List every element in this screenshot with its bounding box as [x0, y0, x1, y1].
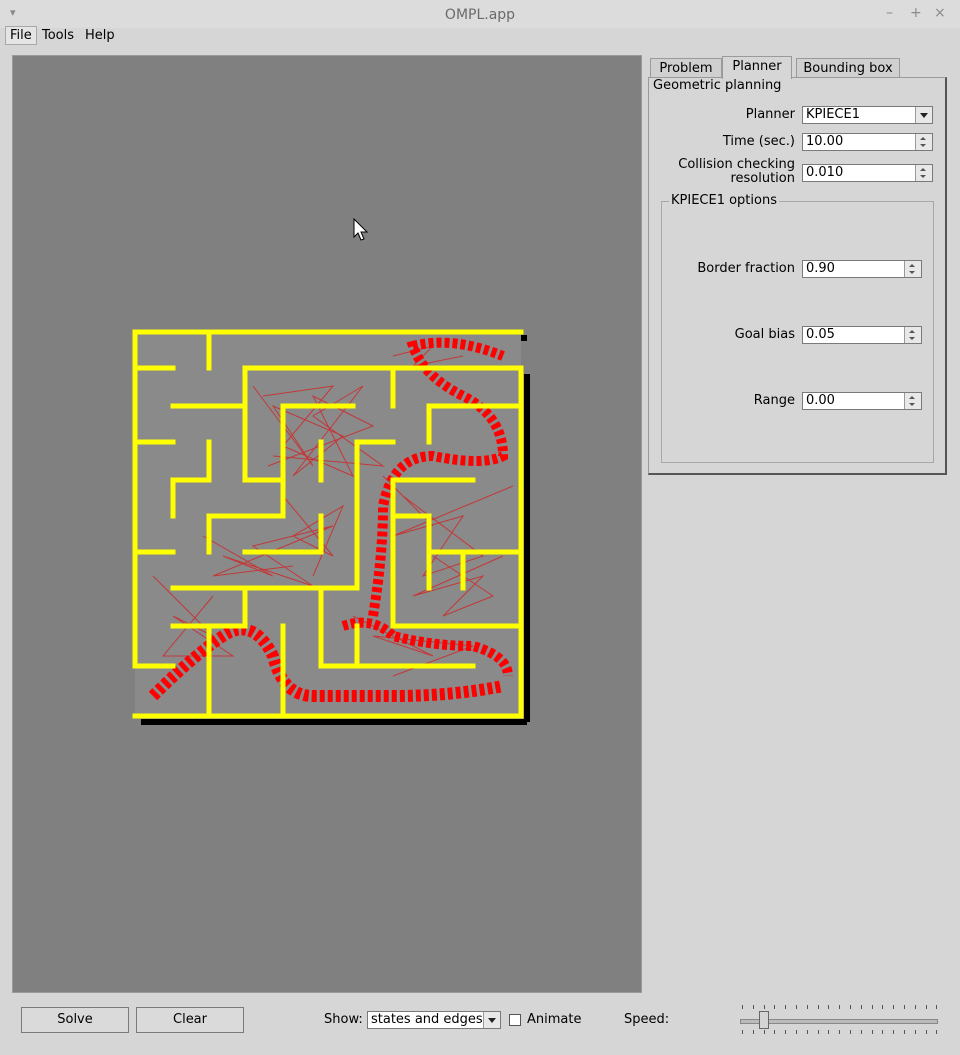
speed-slider-tick [763, 1005, 765, 1009]
speed-slider-tick [774, 1005, 776, 1009]
speed-slider-tick [796, 1030, 797, 1034]
render-viewport[interactable] [12, 55, 642, 993]
show-select[interactable]: states and edges [367, 1011, 501, 1029]
speed-slider-tick [904, 1030, 905, 1034]
chevron-down-icon[interactable] [915, 107, 932, 123]
speed-slider-tick [882, 1030, 884, 1034]
maximize-icon[interactable]: + [910, 5, 922, 21]
speed-slider-tick [806, 1030, 808, 1034]
menubar: File Tools Help [0, 26, 960, 46]
speed-slider-tick [914, 1030, 916, 1034]
speed-slider-tick [742, 1005, 743, 1009]
window-title: OMPL.app [444, 7, 516, 23]
speed-slider-tick [850, 1005, 851, 1009]
speed-label: Speed: [624, 1012, 670, 1027]
collision-resolution-spinbox[interactable]: 0.010 [802, 164, 933, 182]
planner-panel: Geometric planning Planner KPIECE1 Time … [648, 77, 947, 475]
speed-slider-tick [839, 1005, 841, 1009]
range-stepper-icon[interactable] [904, 393, 921, 409]
speed-slider-tick [839, 1030, 841, 1034]
speed-slider-tick [763, 1030, 765, 1034]
range-label: Range [753, 393, 795, 408]
tab-bounding-box[interactable]: Bounding box [796, 58, 900, 78]
maze-scene [132, 217, 530, 725]
speed-slider-tick [806, 1005, 808, 1009]
speed-slider-tick [936, 1030, 938, 1034]
speed-slider-tick [828, 1030, 830, 1034]
chevron-down-icon[interactable] [483, 1012, 500, 1028]
range-spinbox[interactable]: 0.00 [802, 392, 922, 410]
maze-floor [135, 332, 521, 716]
tab-planner[interactable]: Planner [722, 56, 792, 79]
animate-checkbox[interactable] [509, 1014, 521, 1026]
close-icon[interactable]: × [934, 5, 946, 21]
time-spinbox[interactable]: 10.00 [802, 133, 933, 151]
solve-button[interactable]: Solve [21, 1007, 129, 1033]
speed-slider-handle[interactable] [758, 1011, 769, 1029]
speed-slider-tick [817, 1005, 819, 1009]
window-titlebar: ▾ OMPL.app – + × [0, 0, 960, 28]
show-select-value: states and edges [371, 1012, 483, 1027]
speed-slider-tick [850, 1030, 851, 1034]
speed-slider-tick [796, 1005, 797, 1009]
speed-slider-tick [828, 1005, 830, 1009]
border-fraction-value: 0.90 [806, 261, 835, 276]
clear-button[interactable]: Clear [136, 1007, 244, 1033]
collision-label-line1: Collision checking [678, 157, 795, 172]
speed-slider-tick [860, 1005, 862, 1009]
border-fraction-stepper-icon[interactable] [904, 261, 921, 277]
speed-slider-tick [882, 1005, 884, 1009]
menu-tools[interactable]: Tools [38, 27, 78, 44]
speed-slider-tick [893, 1005, 895, 1009]
time-label: Time (sec.) [722, 134, 795, 149]
speed-slider-tick [817, 1030, 819, 1034]
time-stepper-icon[interactable] [915, 134, 932, 150]
border-fraction-label: Border fraction [697, 261, 795, 276]
goal-bias-label: Goal bias [734, 327, 795, 342]
geometric-planning-title: Geometric planning [651, 78, 784, 93]
speed-slider-tick [925, 1030, 927, 1034]
planner-select[interactable]: KPIECE1 [802, 106, 933, 124]
speed-slider-tick [893, 1030, 895, 1034]
speed-slider-tick [860, 1030, 862, 1034]
speed-slider-tick [871, 1030, 873, 1034]
menu-help[interactable]: Help [81, 27, 119, 44]
speed-slider-tick [785, 1030, 787, 1034]
collision-stepper-icon[interactable] [915, 165, 932, 181]
planner-label: Planner [745, 107, 795, 122]
speed-slider-tick [774, 1030, 776, 1034]
kpiece1-options-title: KPIECE1 options [669, 193, 779, 208]
goal-bias-value: 0.05 [806, 327, 835, 342]
tab-problem[interactable]: Problem [650, 58, 722, 78]
speed-slider-tick [914, 1005, 916, 1009]
time-value: 10.00 [806, 134, 844, 149]
collision-label: Collision checking resolution [649, 158, 795, 186]
menu-file[interactable]: File [5, 26, 37, 45]
show-label: Show: [324, 1012, 363, 1027]
range-value: 0.00 [806, 393, 835, 408]
goal-bias-stepper-icon[interactable] [904, 327, 921, 343]
speed-slider-tick [871, 1005, 873, 1009]
speed-slider-groove[interactable] [740, 1019, 938, 1024]
speed-slider-tick [742, 1030, 743, 1034]
speed-slider-tick [925, 1005, 927, 1009]
collision-label-line2: resolution [730, 171, 795, 186]
planner-select-value: KPIECE1 [806, 107, 860, 122]
minimize-icon[interactable]: – [886, 5, 893, 21]
speed-slider-tick [752, 1005, 754, 1009]
mouse-cursor-icon [353, 217, 369, 241]
speed-slider-tick [752, 1030, 754, 1034]
animate-label: Animate [527, 1012, 582, 1027]
speed-slider-tick [904, 1005, 905, 1009]
collision-value: 0.010 [806, 165, 844, 180]
border-fraction-spinbox[interactable]: 0.90 [802, 260, 922, 278]
speed-slider-tick [936, 1005, 938, 1009]
speed-slider-tick [785, 1005, 787, 1009]
goal-bias-spinbox[interactable]: 0.05 [802, 326, 922, 344]
